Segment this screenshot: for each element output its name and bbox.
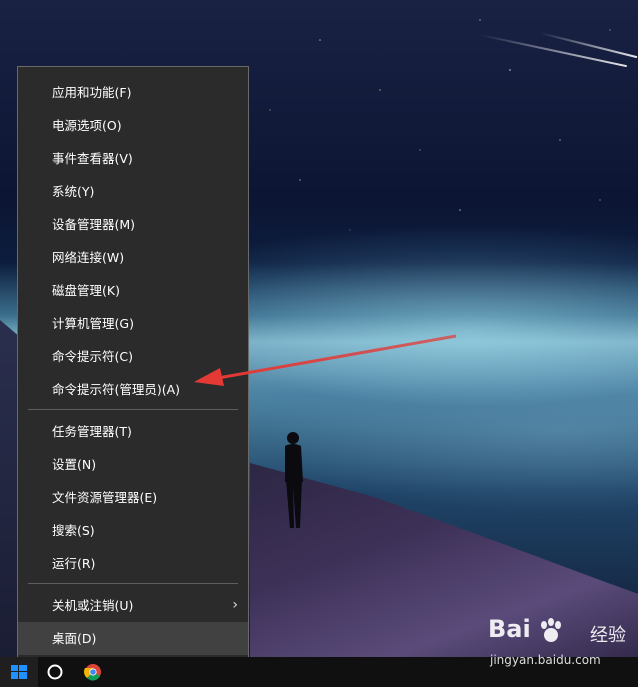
red-arrow-annotation bbox=[194, 334, 457, 386]
menu-item-task-manager[interactable]: 任务管理器(T) bbox=[18, 415, 248, 448]
watermark-logo-text: Bai bbox=[488, 615, 531, 643]
menu-item-system[interactable]: 系统(Y) bbox=[18, 175, 248, 208]
menu-item-run[interactable]: 运行(R) bbox=[18, 547, 248, 580]
chrome-icon[interactable] bbox=[78, 657, 108, 687]
menu-item-network-connections[interactable]: 网络连接(W) bbox=[18, 241, 248, 274]
menu-separator bbox=[28, 409, 238, 410]
menu-item-desktop[interactable]: 桌面(D) bbox=[18, 622, 248, 655]
chevron-right-icon: › bbox=[232, 597, 238, 613]
menu-item-settings[interactable]: 设置(N) bbox=[18, 448, 248, 481]
menu-item-apps-features[interactable]: 应用和功能(F) bbox=[18, 76, 248, 109]
menu-item-shutdown-signout[interactable]: 关机或注销(U) › bbox=[18, 589, 248, 622]
watermark-url: jingyan.baidu.com bbox=[490, 653, 601, 667]
watermark-suffix: 经验 bbox=[590, 625, 626, 646]
menu-separator bbox=[28, 583, 238, 584]
windows-start-icon[interactable] bbox=[0, 657, 38, 687]
menu-item-file-explorer[interactable]: 文件资源管理器(E) bbox=[18, 481, 248, 514]
menu-item-event-viewer[interactable]: 事件查看器(V) bbox=[18, 142, 248, 175]
menu-item-disk-management[interactable]: 磁盘管理(K) bbox=[18, 274, 248, 307]
menu-item-power-options[interactable]: 电源选项(O) bbox=[18, 109, 248, 142]
cortana-search-icon[interactable] bbox=[40, 657, 70, 687]
silhouette-person bbox=[285, 432, 303, 528]
baidu-jingyan-watermark: Bai 经验 jingyan.baidu.com bbox=[488, 615, 638, 675]
paw-icon bbox=[541, 618, 561, 642]
menu-item-search[interactable]: 搜索(S) bbox=[18, 514, 248, 547]
menu-item-label: 关机或注销(U) bbox=[52, 598, 134, 613]
menu-item-device-manager[interactable]: 设备管理器(M) bbox=[18, 208, 248, 241]
